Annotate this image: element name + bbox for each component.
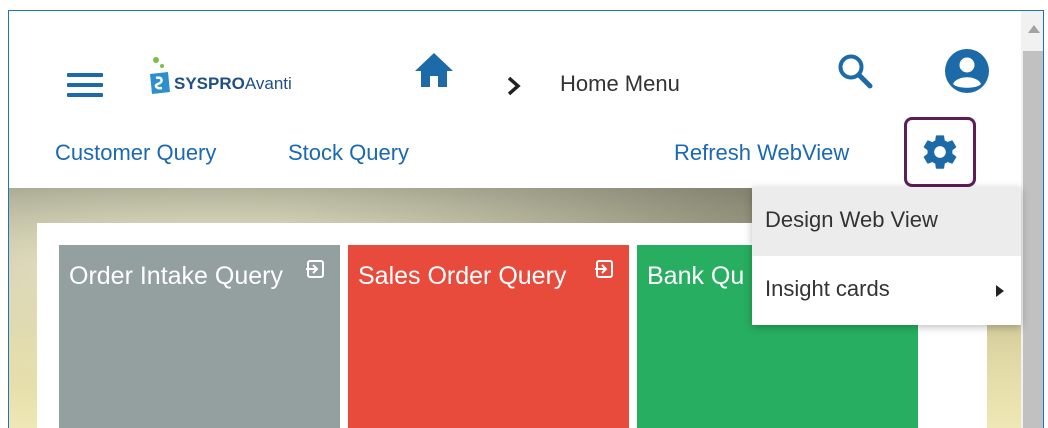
menu-item-design-web-view[interactable]: Design Web View xyxy=(752,187,1021,256)
submenu-arrow-icon xyxy=(996,285,1004,297)
logo-text-main: SYSPRO xyxy=(174,74,245,93)
logo-mark-icon xyxy=(150,57,170,94)
settings-dropdown-menu: Design Web View Insight cards xyxy=(752,187,1021,325)
scroll-thumb[interactable] xyxy=(1023,51,1043,428)
hamburger-menu-icon[interactable] xyxy=(67,71,103,99)
scroll-up-arrow-icon[interactable] xyxy=(1028,25,1040,33)
app-window: SYSPROAvanti Home Menu Customer Query St… xyxy=(8,10,1044,428)
user-account-icon[interactable] xyxy=(943,47,991,95)
tile-order-intake-query[interactable]: Order Intake Query xyxy=(59,245,340,428)
chevron-right-icon xyxy=(507,76,521,96)
logo-text-sub: Avanti xyxy=(244,74,292,93)
syspro-avanti-logo: SYSPROAvanti xyxy=(146,54,356,94)
launch-icon[interactable] xyxy=(305,259,325,279)
app-header: SYSPROAvanti Home Menu xyxy=(9,11,1021,114)
tile-title: Sales Order Query xyxy=(358,262,567,290)
launch-icon[interactable] xyxy=(594,259,614,279)
toolbar: Customer Query Stock Query Refresh WebVi… xyxy=(9,114,1021,188)
vertical-scrollbar[interactable] xyxy=(1021,11,1043,428)
gear-icon xyxy=(923,135,957,169)
customer-query-link[interactable]: Customer Query xyxy=(55,140,216,166)
menu-item-label: Design Web View xyxy=(765,207,938,232)
breadcrumb-current: Home Menu xyxy=(560,71,680,96)
tile-sales-order-query[interactable]: Sales Order Query xyxy=(348,245,629,428)
home-icon[interactable] xyxy=(413,51,455,89)
refresh-webview-link[interactable]: Refresh WebView xyxy=(674,140,849,166)
menu-item-insight-cards[interactable]: Insight cards xyxy=(752,256,1021,325)
tile-title: Order Intake Query xyxy=(69,262,283,290)
search-icon[interactable] xyxy=(835,51,875,91)
menu-item-label: Insight cards xyxy=(765,276,890,301)
stock-query-link[interactable]: Stock Query xyxy=(288,140,409,166)
settings-button[interactable] xyxy=(904,117,976,187)
